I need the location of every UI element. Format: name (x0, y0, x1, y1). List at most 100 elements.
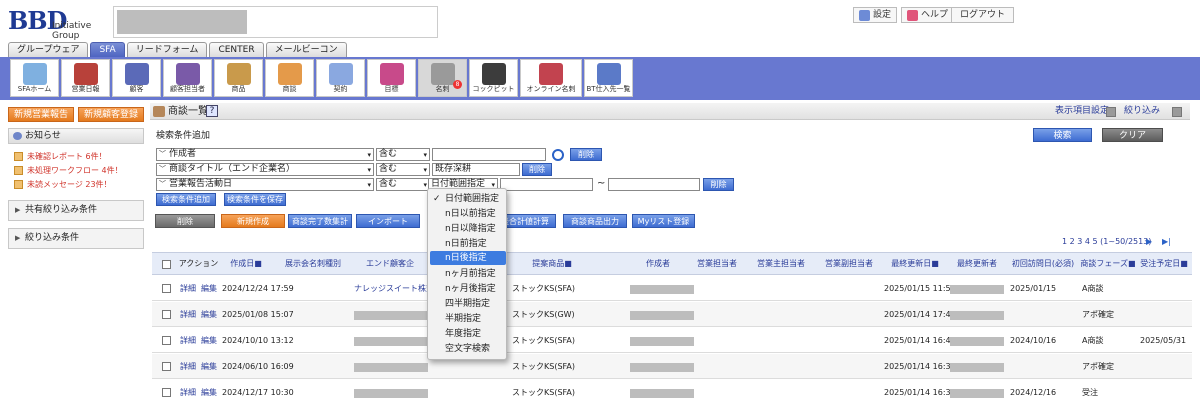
edit-link[interactable]: 編集 (201, 309, 217, 321)
tab-sfa[interactable]: SFA (90, 42, 125, 57)
row-checkbox[interactable] (162, 388, 171, 397)
detail-link[interactable]: 詳細 (180, 361, 196, 373)
nav-sfa-home[interactable]: SFAホーム (10, 59, 59, 97)
tab-groupware[interactable]: グループウェア (8, 42, 89, 57)
nav-online-card[interactable]: オンライン名刺 (520, 59, 582, 97)
pagination[interactable]: 1 2 3 4 5 (1~50/2513) (1062, 236, 1151, 248)
edit-link[interactable]: 編集 (201, 335, 217, 347)
tab-center[interactable]: CENTER (209, 42, 264, 57)
save-condition-button[interactable]: 検索条件を保存 (224, 193, 286, 206)
condition-op-select[interactable]: 含む ▾ (376, 163, 430, 176)
nav-business-card[interactable]: 8 名刺 (418, 59, 467, 97)
condition-field-select[interactable]: ﹀ 商談タイトル（エンド企業名） ▾ (156, 163, 374, 176)
detail-link[interactable]: 詳細 (180, 309, 196, 321)
product-output-button[interactable]: 商談商品出力 (563, 214, 627, 228)
search-icon[interactable] (552, 149, 564, 161)
filters-toggle[interactable]: ▶ 絞り込み条件 (8, 228, 144, 249)
shared-filters-toggle[interactable]: ▶ 共有絞り込み条件 (8, 200, 144, 221)
nav-goal[interactable]: 目標 (367, 59, 416, 97)
notice-unconfirmed-reports[interactable]: 未確認レポート 6件！ (14, 150, 107, 162)
detail-link[interactable]: 詳細 (180, 387, 196, 399)
col-phase[interactable]: 商談フェーズ■ (1080, 252, 1136, 275)
row-checkbox[interactable] (162, 284, 171, 293)
import-button[interactable]: インポート (356, 214, 420, 228)
help-icon[interactable]: ? (206, 105, 218, 117)
condition-field-select[interactable]: ﹀ 営業報告活動日 ▾ (156, 178, 374, 191)
condition-delete-button[interactable]: 削除 (570, 148, 602, 161)
nav-customer[interactable]: 顧客 (112, 59, 161, 97)
condition-delete-button[interactable]: 削除 (522, 163, 552, 176)
col-first-visit[interactable]: 初回訪問日(必須) (1006, 252, 1080, 275)
select-all-checkbox[interactable] (162, 260, 171, 269)
display-settings-toggle-icon[interactable] (1106, 107, 1116, 117)
nav-daily-report[interactable]: 営業日報 (61, 59, 110, 97)
nav-cockpit[interactable]: コックピット (469, 59, 518, 97)
tab-mailbeacon[interactable]: メールビーコン (265, 42, 347, 57)
col-last-updated[interactable]: 最終更新日■ (882, 252, 948, 275)
nav-customer-contact[interactable]: 顧客担当者 (163, 59, 212, 97)
condition-op-select[interactable]: 含む ▾ (376, 178, 430, 191)
tab-leadform[interactable]: リードフォーム (126, 42, 208, 57)
new-customer-button[interactable]: 新規顧客登録 (78, 107, 144, 122)
col-end-customer[interactable]: エンド顧客企 (352, 252, 428, 275)
row-checkbox[interactable] (162, 310, 171, 319)
detail-link[interactable]: 詳細 (180, 283, 196, 295)
option-half-year[interactable]: 半期指定 (428, 312, 508, 326)
notice-messages[interactable]: 未読メッセージ 23件！ (14, 178, 112, 190)
edit-link[interactable]: 編集 (201, 283, 217, 295)
narrow-link[interactable]: 絞り込み (1124, 104, 1160, 119)
next-page-icon[interactable]: ▶ (1146, 237, 1152, 246)
edit-link[interactable]: 編集 (201, 361, 217, 373)
nav-deal[interactable]: 商談 (265, 59, 314, 97)
col-order-date[interactable]: 受注予定日■ (1136, 252, 1192, 275)
date-from-input[interactable] (500, 178, 593, 191)
condition-delete-button[interactable]: 削除 (703, 178, 734, 191)
col-sales-rep[interactable]: 営業担当者 (690, 252, 744, 275)
settings-button[interactable]: 設定 (853, 7, 898, 23)
cell-end-customer[interactable]: ナレッジスイート株式 (354, 283, 434, 295)
condition-field-select[interactable]: ﹀ 作成者 ▾ (156, 148, 374, 161)
col-author[interactable]: 作成者 (626, 252, 690, 275)
row-checkbox[interactable] (162, 362, 171, 371)
edit-link[interactable]: 編集 (201, 387, 217, 399)
nav-supplier-list[interactable]: BT仕入先一覧 (584, 59, 633, 97)
display-settings-link[interactable]: 表示項目設定 (1055, 104, 1109, 119)
option-empty-search[interactable]: 空文字検索 (428, 342, 508, 356)
notice-workflow[interactable]: 未処理ワークフロー 4件！ (14, 164, 123, 176)
search-button[interactable]: 検索 (1033, 128, 1092, 142)
col-created[interactable]: 作成日■ (222, 252, 270, 275)
nav-product[interactable]: 商品 (214, 59, 263, 97)
narrow-toggle-icon[interactable] (1172, 107, 1182, 117)
option-n-days-later[interactable]: n日後指定 (430, 251, 506, 265)
last-page-icon[interactable]: ▶| (1162, 237, 1171, 246)
option-n-months-later[interactable]: nヶ月後指定 (428, 282, 508, 296)
new-report-button[interactable]: 新規営業報告 (8, 107, 74, 122)
date-mode-dropdown[interactable]: ✓ 日付範囲指定 n日以前指定 n日以降指定 n日前指定 n日後指定 nヶ月前指定… (427, 188, 507, 360)
option-n-months-ago[interactable]: nヶ月前指定 (428, 267, 508, 281)
option-fiscal-year[interactable]: 年度指定 (428, 327, 508, 341)
option-n-days-after-or-on[interactable]: n日以降指定 (428, 222, 508, 236)
logout-button[interactable]: ログアウト (951, 7, 1015, 23)
mylist-register-button[interactable]: Myリスト登録 (632, 214, 695, 228)
condition-op-select[interactable]: 含む ▾ (376, 148, 430, 161)
new-deal-button[interactable]: 新規作成 (221, 214, 285, 228)
col-sales-sub[interactable]: 営業副担当者 (816, 252, 882, 275)
add-condition-button[interactable]: 検索条件追加 (156, 193, 216, 206)
delete-button[interactable]: 削除 (155, 214, 215, 228)
nav-contract[interactable]: 契約 (316, 59, 365, 97)
condition-value-input[interactable] (432, 148, 546, 161)
condition-value-input[interactable]: 既存深耕 (432, 163, 520, 176)
detail-link[interactable]: 詳細 (180, 335, 196, 347)
option-n-days-before-or-on[interactable]: n日以前指定 (428, 207, 508, 221)
col-last-updater[interactable]: 最終更新者 (948, 252, 1006, 275)
col-product[interactable]: 提案商品■ (512, 252, 592, 275)
col-exhibit[interactable]: 展示会名刺種別 (274, 252, 352, 275)
option-quarter[interactable]: 四半期指定 (428, 297, 508, 311)
option-date-range[interactable]: ✓ 日付範囲指定 (428, 192, 508, 206)
help-button[interactable]: ヘルプ (901, 7, 955, 23)
clear-button[interactable]: クリア (1102, 128, 1163, 142)
deal-complete-sum-button[interactable]: 商談完了数集計 (288, 214, 352, 228)
date-to-input[interactable] (608, 178, 700, 191)
option-n-days-ago[interactable]: n日前指定 (428, 237, 508, 251)
row-checkbox[interactable] (162, 336, 171, 345)
